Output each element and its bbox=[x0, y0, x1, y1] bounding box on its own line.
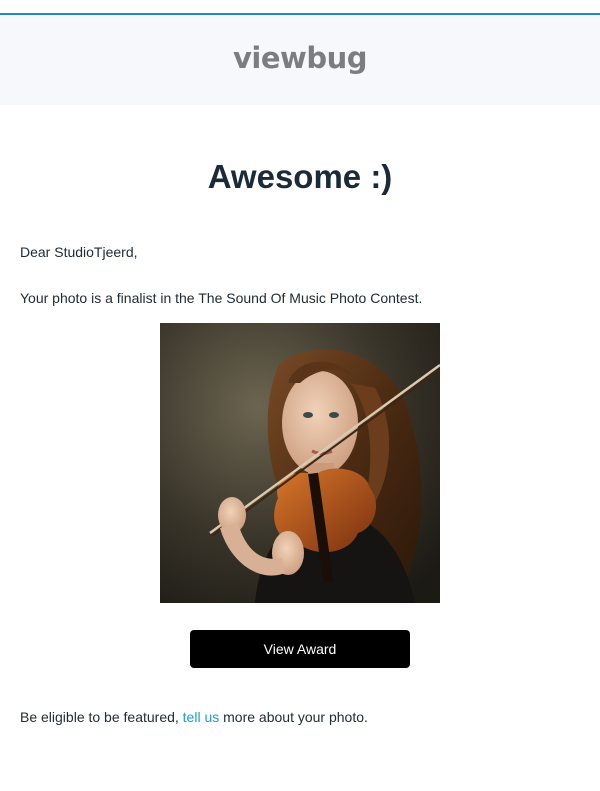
finalist-message: Your photo is a finalist in the The Soun… bbox=[20, 290, 423, 306]
page-title: Awesome :) bbox=[207, 158, 393, 195]
viewbug-logo[interactable]: viewbug bbox=[0, 41, 600, 75]
email-header: viewbug bbox=[0, 15, 600, 105]
violin-photo-icon bbox=[160, 323, 440, 603]
email-page: viewbug Awesome :) Dear StudioTjeerd, Yo… bbox=[0, 0, 600, 791]
view-award-button[interactable]: View Award bbox=[190, 630, 410, 668]
greeting-text: Dear StudioTjeerd, bbox=[20, 244, 138, 260]
featured-prompt-prefix: Be eligible to be featured, bbox=[20, 709, 183, 725]
tell-us-link[interactable]: tell us bbox=[183, 709, 220, 725]
featured-prompt: Be eligible to be featured, tell us more… bbox=[20, 709, 368, 725]
featured-prompt-suffix: more about your photo. bbox=[219, 709, 368, 725]
contest-photo[interactable] bbox=[160, 323, 440, 603]
